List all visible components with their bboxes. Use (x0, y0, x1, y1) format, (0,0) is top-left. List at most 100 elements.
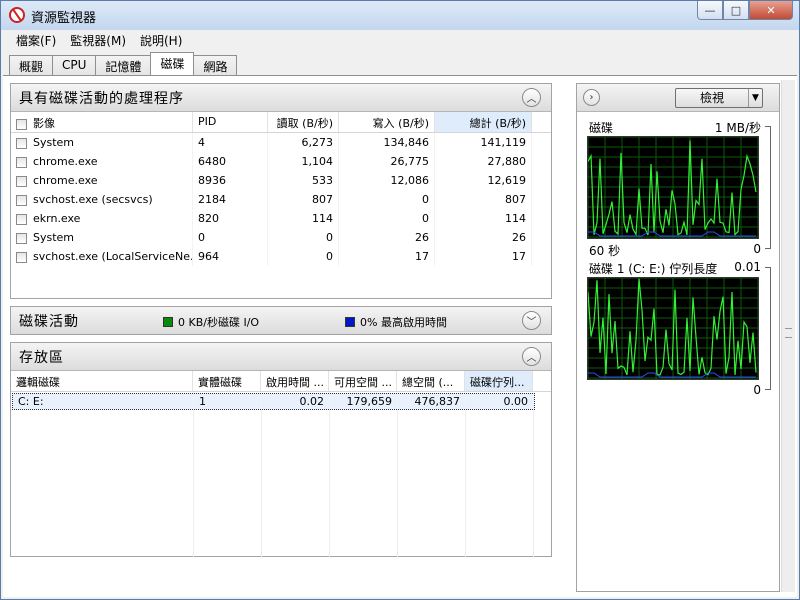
graph2-title: 磁碟 1 (C: E:) 佇列長度 (589, 262, 718, 276)
table-row[interactable]: System 4 6,273 134,846 141,119 (11, 133, 551, 152)
graph1-time: 60 秒 (589, 244, 621, 258)
cell-total-space: 476,837 (398, 392, 466, 411)
scroll-grip[interactable] (785, 328, 792, 338)
col-image[interactable]: 影像 (11, 112, 193, 132)
menu-monitor[interactable]: 監視器(M) (63, 30, 133, 50)
disk-io-graph-svg (587, 136, 759, 238)
row-checkbox[interactable] (16, 137, 27, 149)
cell-total: 141,119 (435, 133, 532, 152)
minimize-button[interactable]: — (697, 1, 723, 20)
table-row[interactable]: ekrn.exe 820 114 0 114 (11, 209, 551, 228)
cell-write: 0 (339, 209, 435, 228)
cell-write: 26,775 (339, 152, 435, 171)
storage-panel: 存放區 ︿ 邏輯磁碟 實體磁碟 啟用時間 ... 可用空間 ... 總空間 (.… (10, 342, 552, 557)
window-title: 資源監視器 (31, 11, 97, 26)
chevron-right-icon[interactable]: › (583, 89, 600, 106)
collapse-chevron-icon[interactable]: ︿ (522, 347, 541, 366)
graph2-min: 0 (753, 383, 761, 397)
close-button[interactable]: ✕ (749, 1, 793, 20)
col-disk-queue[interactable]: 磁碟佇列... (465, 371, 533, 391)
tab-cpu[interactable]: CPU (52, 55, 97, 75)
title-bar: 資源監視器 — □ ✕ (1, 1, 799, 30)
green-swatch (163, 317, 173, 327)
col-total-space[interactable]: 總空間 (... (397, 371, 465, 391)
menu-file[interactable]: 檔案(F) (9, 30, 63, 50)
table-row[interactable]: System 0 0 26 26 (11, 228, 551, 247)
cell-image: System (11, 228, 193, 247)
cell-write: 17 (339, 247, 435, 266)
col-active-time[interactable]: 啟用時間 ... (261, 371, 329, 391)
graph1-scale: 1 MB/秒 (714, 121, 761, 135)
dropdown-arrow-icon: ▼ (748, 89, 762, 107)
cell-write: 134,846 (339, 133, 435, 152)
window: 資源監視器 — □ ✕ 檔案(F) 監視器(M) 說明(H) 概觀 CPU 記憶… (0, 0, 800, 600)
cell-logical-disk: C: E: (13, 392, 194, 411)
legend-active-time: 0% 最高啟用時間 (345, 314, 447, 330)
processes-panel: 具有磁碟活動的處理程序 ︿ 影像 PID 讀取 (B/秒) 寫入 (B/秒) 總… (10, 83, 552, 299)
cell-pid: 820 (193, 209, 268, 228)
row-checkbox[interactable] (16, 213, 27, 225)
tab-disk[interactable]: 磁碟 (150, 52, 195, 75)
cell-image: svchost.exe (LocalServiceNe... (11, 247, 193, 266)
cell-read: 533 (268, 171, 339, 190)
table-row[interactable]: svchost.exe (LocalServiceNe... 964 0 17 17 (11, 247, 551, 266)
cell-physical-disk: 1 (194, 392, 262, 411)
cell-pid: 2184 (193, 190, 268, 209)
tab-overview[interactable]: 概觀 (9, 55, 54, 75)
cell-active-time: 0.02 (262, 392, 330, 411)
table-row[interactable]: svchost.exe (secsvcs) 2184 807 0 807 (11, 190, 551, 209)
cell-pid: 8936 (193, 171, 268, 190)
tab-strip: 概觀 CPU 記憶體 磁碟 網路 (9, 52, 238, 75)
menu-help[interactable]: 說明(H) (133, 30, 189, 50)
disk-activity-panel: 磁碟活動 0 KB/秒磁碟 I/O 0% 最高啟用時間 ﹀ (10, 306, 552, 335)
table-row[interactable]: C: E: 1 0.02 179,659 476,837 0.00 (12, 392, 535, 411)
disk-tab-content: 具有磁碟活動的處理程序 ︿ 影像 PID 讀取 (B/秒) 寫入 (B/秒) 總… (3, 75, 797, 597)
blue-swatch (345, 317, 355, 327)
queue-length-graph (587, 277, 759, 380)
vertical-scrollbar[interactable] (781, 80, 795, 592)
disk-activity-header[interactable]: 磁碟活動 0 KB/秒磁碟 I/O 0% 最高啟用時間 ﹀ (11, 307, 551, 334)
col-pid[interactable]: PID (193, 112, 268, 132)
col-read[interactable]: 讀取 (B/秒) (268, 112, 339, 132)
expand-chevron-icon[interactable]: ﹀ (522, 311, 541, 330)
resource-monitor-icon (9, 7, 25, 23)
cell-write: 12,086 (339, 171, 435, 190)
col-logical-disk[interactable]: 邏輯磁碟 (11, 371, 193, 391)
cell-read: 0 (268, 247, 339, 266)
row-checkbox[interactable] (16, 175, 27, 187)
cell-pid: 0 (193, 228, 268, 247)
row-checkbox[interactable] (16, 232, 27, 244)
collapse-chevron-icon[interactable]: ︿ (522, 88, 541, 107)
col-total[interactable]: 總計 (B/秒) (435, 112, 532, 132)
row-checkbox[interactable] (16, 251, 27, 263)
queue-length-graph-svg (587, 277, 759, 379)
maximize-button[interactable]: □ (723, 1, 749, 20)
cell-read: 1,104 (268, 152, 339, 171)
storage-header[interactable]: 存放區 ︿ (11, 343, 551, 371)
tab-memory[interactable]: 記憶體 (95, 55, 152, 75)
cell-read: 6,273 (268, 133, 339, 152)
cell-image: ekrn.exe (11, 209, 193, 228)
col-write[interactable]: 寫入 (B/秒) (339, 112, 435, 132)
cell-write: 0 (339, 190, 435, 209)
cell-total: 12,619 (435, 171, 532, 190)
cell-free-space: 179,659 (330, 392, 398, 411)
col-free-space[interactable]: 可用空間 ... (329, 371, 397, 391)
row-checkbox[interactable] (16, 194, 27, 206)
cell-read: 0 (268, 228, 339, 247)
select-all-checkbox[interactable] (16, 118, 27, 130)
legend-disk-io: 0 KB/秒磁碟 I/O (163, 314, 259, 330)
cell-pid: 964 (193, 247, 268, 266)
cell-read: 807 (268, 190, 339, 209)
table-row[interactable]: chrome.exe 6480 1,104 26,775 27,880 (11, 152, 551, 171)
cell-pid: 4 (193, 133, 268, 152)
col-physical-disk[interactable]: 實體磁碟 (193, 371, 261, 391)
row-checkbox[interactable] (16, 156, 27, 168)
tab-network[interactable]: 網路 (193, 55, 238, 75)
processes-header[interactable]: 具有磁碟活動的處理程序 ︿ (11, 84, 551, 112)
disk-activity-title: 磁碟活動 (19, 313, 79, 330)
cell-total: 26 (435, 228, 532, 247)
cell-read: 114 (268, 209, 339, 228)
view-dropdown[interactable]: 檢視 ▼ (675, 88, 763, 108)
table-row[interactable]: chrome.exe 8936 533 12,086 12,619 (11, 171, 551, 190)
